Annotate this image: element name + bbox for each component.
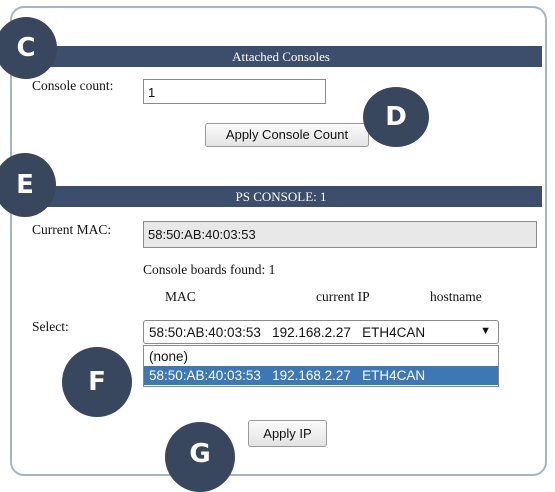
select-label: Select:: [32, 319, 69, 334]
callout-g-badge: G: [165, 422, 235, 492]
callout-f-badge: F: [62, 347, 132, 417]
console-count-label: Console count:: [32, 78, 114, 93]
option-none[interactable]: (none): [144, 347, 498, 366]
apply-ip-button[interactable]: Apply IP: [248, 420, 327, 447]
current-mac-label: Current MAC:: [32, 222, 112, 237]
current-mac-field: 58:50:AB:40:03:53: [143, 221, 537, 248]
callout-d-badge: D: [363, 87, 429, 147]
chevron-down-icon[interactable]: ▼: [480, 325, 491, 337]
apply-console-count-button[interactable]: Apply Console Count: [205, 123, 369, 147]
ps-console-header: PS CONSOLE: 1: [20, 186, 542, 207]
column-header-mac: MAC: [165, 289, 196, 304]
column-header-hostname: hostname: [430, 289, 482, 304]
option-console-eth4can[interactable]: 58:50:AB:40:03:53 192.168.2.27 ETH4CAN: [144, 366, 498, 385]
boards-found-text: Console boards found: 1: [143, 262, 276, 277]
attached-consoles-header: Attached Consoles: [20, 46, 542, 67]
console-select-dropdown[interactable]: 58:50:AB:40:03:53 192.168.2.27 ETH4CAN ▼: [143, 320, 499, 344]
selected-console-value: 58:50:AB:40:03:53 192.168.2.27 ETH4CAN: [149, 325, 426, 340]
console-count-input[interactable]: 1: [143, 79, 326, 104]
console-options-list: (none) 58:50:AB:40:03:53 192.168.2.27 ET…: [143, 345, 499, 387]
column-header-current-ip: current IP: [316, 289, 370, 304]
